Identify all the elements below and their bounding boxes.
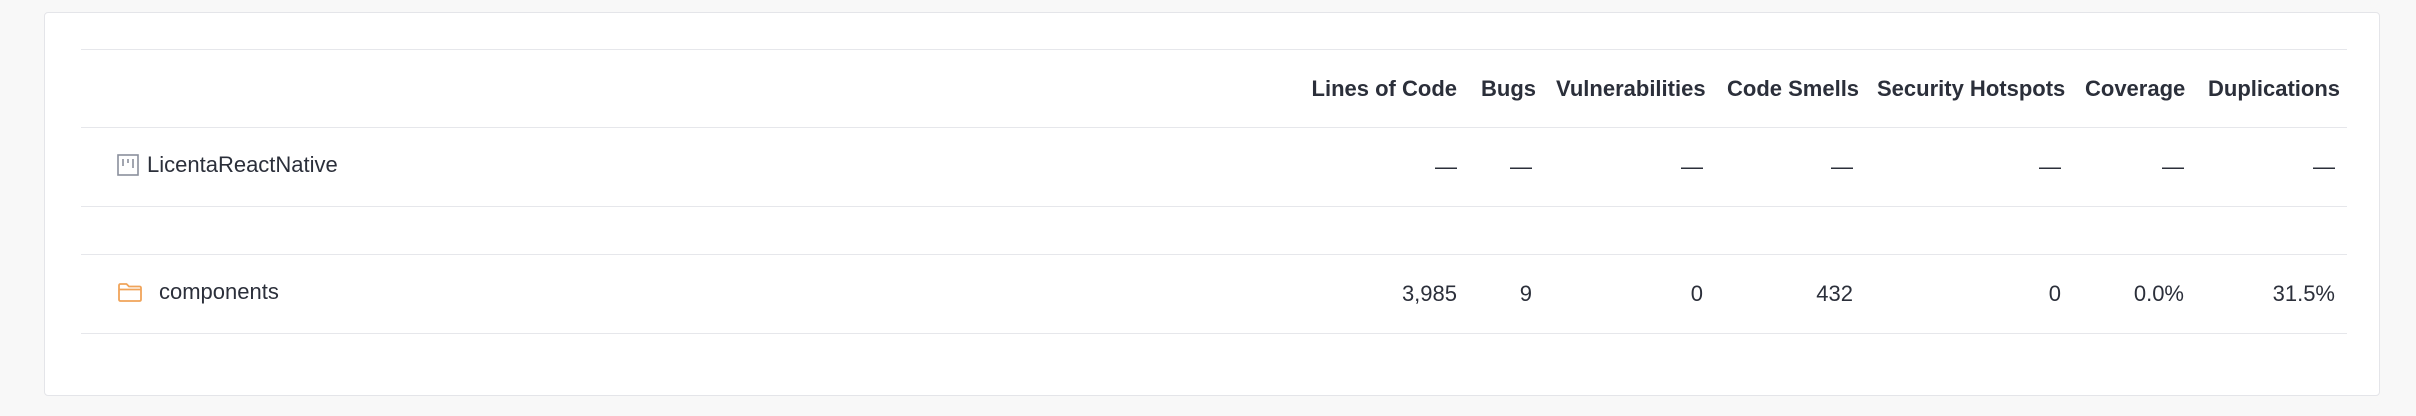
- project-coverage: —: [2162, 154, 2184, 179]
- project-icon: [117, 154, 139, 176]
- project-bugs: —: [1510, 154, 1532, 179]
- directory-lines-of-code[interactable]: 3,985: [1291, 255, 1469, 334]
- directory-duplications[interactable]: 31.5%: [2196, 255, 2347, 334]
- directory-name-wrap: components: [117, 279, 279, 305]
- header-name: [81, 49, 1291, 128]
- directory-vulnerabilities[interactable]: 0: [1544, 255, 1715, 334]
- header-bugs[interactable]: Bugs: [1469, 49, 1544, 128]
- directory-code-smells[interactable]: 432: [1715, 255, 1865, 334]
- spacer-row: [81, 207, 2347, 255]
- directory-name-link[interactable]: components: [159, 279, 279, 305]
- project-security-hotspots: —: [2039, 154, 2061, 179]
- header-duplications[interactable]: Duplications: [2196, 49, 2347, 128]
- header-coverage[interactable]: Coverage: [2073, 49, 2196, 128]
- project-lines-of-code: —: [1435, 154, 1457, 179]
- project-name-wrap: LicentaReactNative: [117, 152, 338, 178]
- table-header-row: Lines of Code Bugs Vulnerabilities Code …: [81, 49, 2347, 128]
- directory-coverage[interactable]: 0.0%: [2073, 255, 2196, 334]
- project-duplications: —: [2313, 154, 2335, 179]
- project-name-cell: LicentaReactNative: [81, 128, 1291, 207]
- project-vulnerabilities: —: [1681, 154, 1703, 179]
- folder-icon: [118, 283, 142, 302]
- header-lines-of-code[interactable]: Lines of Code: [1291, 49, 1469, 128]
- code-measures-table: Lines of Code Bugs Vulnerabilities Code …: [81, 49, 2347, 334]
- directory-security-hotspots[interactable]: 0: [1865, 255, 2073, 334]
- spacer-cell: [81, 207, 2347, 255]
- project-code-smells: —: [1831, 154, 1853, 179]
- measures-card: Lines of Code Bugs Vulnerabilities Code …: [44, 12, 2380, 396]
- header-code-smells[interactable]: Code Smells: [1715, 49, 1865, 128]
- directory-name-cell: components: [81, 255, 1291, 334]
- directory-bugs[interactable]: 9: [1469, 255, 1544, 334]
- table-row[interactable]: components 3,985 9 0 432 0 0.0% 31.5%: [81, 255, 2347, 334]
- header-security-hotspots[interactable]: Security Hotspots: [1865, 49, 2073, 128]
- project-name-link[interactable]: LicentaReactNative: [147, 152, 338, 178]
- header-vulnerabilities[interactable]: Vulnerabilities: [1544, 49, 1715, 128]
- project-row: LicentaReactNative — — — — — — —: [81, 128, 2347, 207]
